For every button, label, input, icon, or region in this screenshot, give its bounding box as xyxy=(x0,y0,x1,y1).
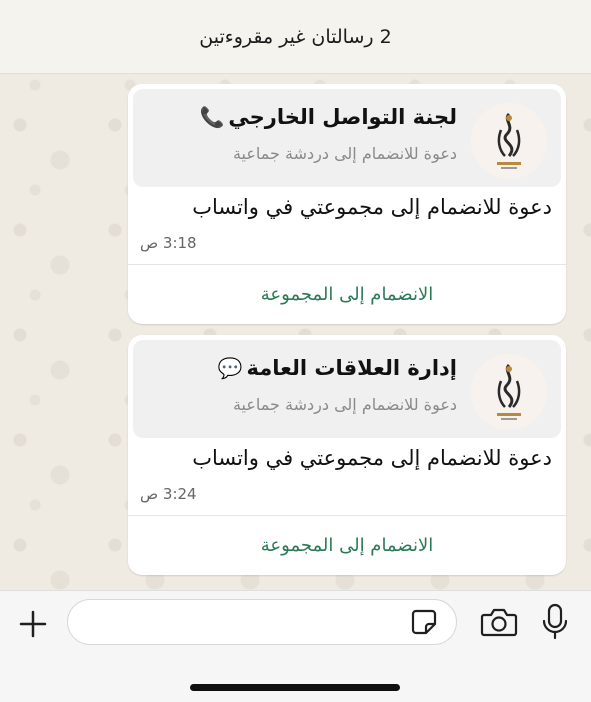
unread-count-text: 2 رسالتان غير مقروءتين xyxy=(199,25,392,48)
group-avatar xyxy=(471,354,547,430)
group-invite-card[interactable]: لجنة التواصل الخارجي 📞 دعوة للانضمام إلى… xyxy=(133,89,561,187)
group-logo-icon xyxy=(497,363,521,420)
group-invite-subtitle: دعوة للانضمام إلى دردشة جماعية xyxy=(232,144,457,163)
group-invite-message[interactable]: إدارة العلاقات العامة 💬 دعوة للانضمام إل… xyxy=(128,335,566,575)
group-name-text: إدارة العلاقات العامة xyxy=(246,356,457,380)
message-timestamp: 3:24 ص xyxy=(140,485,197,503)
attach-button[interactable] xyxy=(16,607,50,641)
join-group-button[interactable]: الانضمام إلى المجموعة xyxy=(128,265,566,324)
group-invite-card[interactable]: إدارة العلاقات العامة 💬 دعوة للانضمام إل… xyxy=(133,340,561,438)
message-text: دعوة للانضمام إلى مجموعتي في واتساب xyxy=(192,195,552,219)
phone-icon: 📞 xyxy=(199,105,225,129)
camera-button[interactable] xyxy=(480,606,518,638)
message-input[interactable] xyxy=(67,599,457,645)
camera-icon xyxy=(480,608,518,637)
message-text: دعوة للانضمام إلى مجموعتي في واتساب xyxy=(192,446,552,470)
voice-message-button[interactable] xyxy=(540,603,570,641)
group-invite-subtitle: دعوة للانضمام إلى دردشة جماعية xyxy=(232,395,457,414)
speech-bubble-icon: 💬 xyxy=(217,356,243,380)
sticker-icon xyxy=(411,609,437,635)
join-group-button[interactable]: الانضمام إلى المجموعة xyxy=(128,516,566,575)
group-name: إدارة العلاقات العامة 💬 xyxy=(218,356,457,380)
microphone-icon xyxy=(542,603,568,640)
home-indicator xyxy=(190,684,400,691)
group-logo-icon xyxy=(497,112,521,169)
unread-messages-banner: 2 رسالتان غير مقروءتين xyxy=(0,0,591,74)
sticker-button[interactable] xyxy=(410,608,438,636)
message-timestamp: 3:18 ص xyxy=(140,234,197,252)
group-invite-message[interactable]: لجنة التواصل الخارجي 📞 دعوة للانضمام إلى… xyxy=(128,84,566,324)
group-name-text: لجنة التواصل الخارجي xyxy=(228,105,457,129)
group-name: لجنة التواصل الخارجي 📞 xyxy=(200,105,458,129)
group-avatar xyxy=(471,103,547,179)
plus-icon xyxy=(19,610,47,638)
